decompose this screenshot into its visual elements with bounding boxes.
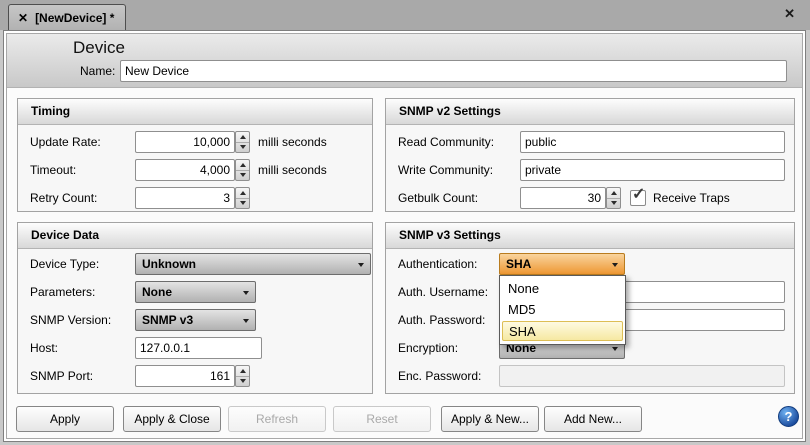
snmp-port-input[interactable] bbox=[135, 365, 235, 387]
option-md5[interactable]: MD5 bbox=[502, 300, 623, 320]
receive-traps-checkbox[interactable]: ✓ bbox=[630, 190, 646, 206]
step-down-icon[interactable] bbox=[236, 142, 249, 152]
retry-count-stepper[interactable] bbox=[235, 187, 250, 209]
update-rate-unit: milli seconds bbox=[258, 131, 327, 153]
timeout-label: Timeout: bbox=[30, 159, 76, 181]
tab-title: [NewDevice] * bbox=[35, 11, 114, 25]
auth-password-label: Auth. Password: bbox=[398, 309, 485, 331]
option-sha-selected[interactable]: SHA bbox=[502, 321, 623, 341]
panel-close-icon[interactable]: ✕ bbox=[784, 6, 795, 22]
retry-count-label: Retry Count: bbox=[30, 187, 97, 209]
device-editor-panel: Device Name: Timing Update Rate: milli s… bbox=[6, 33, 803, 439]
apply-button[interactable]: Apply bbox=[16, 406, 114, 432]
snmp-version-label: SNMP Version: bbox=[30, 309, 111, 331]
chevron-down-icon bbox=[612, 263, 618, 267]
host-input[interactable] bbox=[135, 337, 262, 359]
authentication-label: Authentication: bbox=[398, 253, 477, 275]
update-rate-input[interactable] bbox=[135, 131, 235, 153]
step-down-icon[interactable] bbox=[236, 198, 249, 208]
write-community-input[interactable] bbox=[520, 159, 785, 181]
chevron-down-icon bbox=[358, 263, 364, 267]
enc-password-input bbox=[499, 365, 785, 387]
getbulk-count-label: Getbulk Count: bbox=[398, 187, 478, 209]
device-type-dropdown[interactable]: Unknown bbox=[135, 253, 371, 275]
chevron-down-icon bbox=[243, 291, 249, 295]
tab-newdevice[interactable]: ✕ [NewDevice] * bbox=[8, 4, 126, 30]
timeout-stepper[interactable] bbox=[235, 159, 250, 181]
help-icon[interactable]: ? bbox=[778, 406, 799, 427]
device-type-label: Device Type: bbox=[30, 253, 99, 275]
tab-close-icon[interactable]: ✕ bbox=[18, 11, 28, 25]
snmp-v3-group-title: SNMP v3 Settings bbox=[386, 223, 794, 249]
read-community-input[interactable] bbox=[520, 131, 785, 153]
snmp-v2-group: SNMP v2 Settings Read Community: Write C… bbox=[385, 98, 795, 212]
authentication-options-popup: None MD5 SHA bbox=[499, 275, 626, 345]
option-none[interactable]: None bbox=[502, 279, 623, 299]
parameters-label: Parameters: bbox=[30, 281, 95, 303]
getbulk-count-input[interactable] bbox=[520, 187, 606, 209]
device-data-group-title: Device Data bbox=[18, 223, 372, 249]
snmp-port-stepper[interactable] bbox=[235, 365, 250, 387]
auth-username-label: Auth. Username: bbox=[398, 281, 488, 303]
tab-strip: ✕ [NewDevice] * ✕ bbox=[0, 0, 810, 30]
update-rate-stepper[interactable] bbox=[235, 131, 250, 153]
apply-new-button[interactable]: Apply & New... bbox=[441, 406, 539, 432]
retry-count-input[interactable] bbox=[135, 187, 235, 209]
receive-traps-label: Receive Traps bbox=[653, 187, 730, 209]
parameters-dropdown[interactable]: None bbox=[135, 281, 256, 303]
snmp-version-dropdown[interactable]: SNMP v3 bbox=[135, 309, 256, 331]
enc-password-label: Enc. Password: bbox=[398, 365, 481, 387]
device-data-group: Device Data Device Type: Unknown Paramet… bbox=[17, 222, 373, 394]
name-input[interactable] bbox=[120, 60, 787, 82]
apply-close-button[interactable]: Apply & Close bbox=[123, 406, 221, 432]
page-title: Device bbox=[73, 38, 125, 58]
host-label: Host: bbox=[30, 337, 58, 359]
step-down-icon[interactable] bbox=[236, 376, 249, 386]
write-community-label: Write Community: bbox=[398, 159, 493, 181]
device-editor-window: Device Name: Timing Update Rate: milli s… bbox=[3, 30, 806, 442]
name-label: Name: bbox=[80, 60, 115, 82]
read-community-label: Read Community: bbox=[398, 131, 494, 153]
refresh-button: Refresh bbox=[228, 406, 326, 432]
add-new-button[interactable]: Add New... bbox=[544, 406, 642, 432]
update-rate-label: Update Rate: bbox=[30, 131, 101, 153]
step-down-icon[interactable] bbox=[236, 170, 249, 180]
timing-group-title: Timing bbox=[18, 99, 372, 125]
app-screen: ✕ [NewDevice] * ✕ Device Name: Timing Up… bbox=[0, 0, 810, 445]
snmp-port-label: SNMP Port: bbox=[30, 365, 93, 387]
editor-header: Device Name: bbox=[7, 34, 802, 88]
step-down-icon[interactable] bbox=[607, 198, 620, 208]
snmp-v3-group: SNMP v3 Settings Authentication: SHA Aut… bbox=[385, 222, 795, 394]
authentication-dropdown[interactable]: SHA bbox=[499, 253, 625, 275]
reset-button: Reset bbox=[333, 406, 431, 432]
check-icon: ✓ bbox=[632, 184, 645, 204]
encryption-label: Encryption: bbox=[398, 337, 458, 359]
snmp-v2-group-title: SNMP v2 Settings bbox=[386, 99, 794, 125]
chevron-down-icon bbox=[612, 347, 618, 351]
chevron-down-icon bbox=[243, 319, 249, 323]
getbulk-count-stepper[interactable] bbox=[606, 187, 621, 209]
timeout-input[interactable] bbox=[135, 159, 235, 181]
timeout-unit: milli seconds bbox=[258, 159, 327, 181]
timing-group: Timing Update Rate: milli seconds Timeou… bbox=[17, 98, 373, 212]
